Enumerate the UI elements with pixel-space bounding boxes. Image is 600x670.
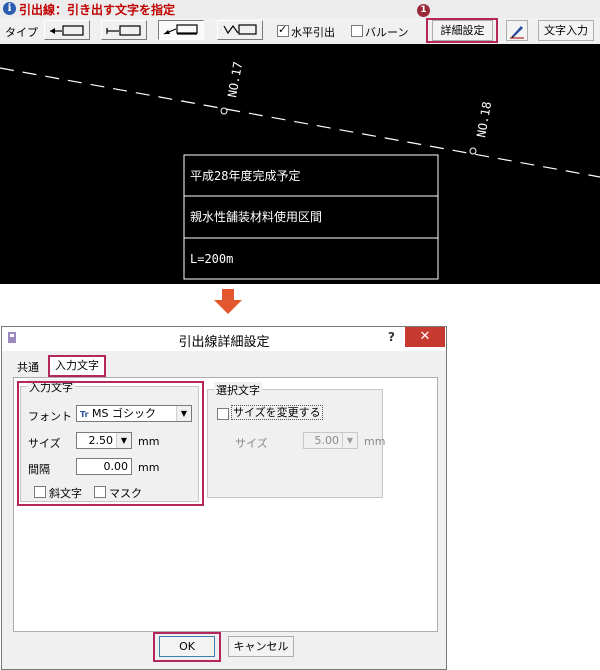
- note-row-3: L=200m: [190, 252, 233, 266]
- balloon-checkbox[interactable]: [351, 25, 363, 37]
- selected-size-value: 5.00: [314, 434, 340, 447]
- note-row-2: 親水性舗装材料使用区間: [190, 209, 322, 224]
- help-button[interactable]: ?: [388, 330, 395, 344]
- selected-text-group: 選択文字 サイズを変更する サイズ 5.00 ▼ mm: [207, 382, 386, 498]
- road-centerline: [0, 67, 600, 178]
- station-label-18: NO.18: [474, 101, 494, 139]
- leader-type-2-icon: [106, 25, 141, 36]
- dialog-title: 引出線詳細設定: [178, 335, 270, 350]
- selected-size-label: サイズ: [235, 437, 268, 450]
- horizontal-leader-label: 水平引出: [291, 26, 335, 39]
- leader-type-4-button[interactable]: [217, 20, 263, 40]
- station-marker-18: [469, 147, 477, 155]
- pen-tool-button[interactable]: [506, 20, 528, 41]
- note-row-1: 平成28年度完成予定: [190, 168, 300, 183]
- command-title-bar: i 引出線：引き出す文字を指定: [0, 0, 600, 18]
- cancel-button[interactable]: キャンセル: [228, 636, 294, 657]
- highlight-input-text-group: [17, 381, 204, 506]
- pen-icon: [510, 26, 524, 39]
- leader-type-4-icon: [223, 24, 257, 35]
- leader-type-3-button[interactable]: [158, 20, 204, 40]
- close-button[interactable]: ✕: [405, 327, 445, 347]
- balloon-label: バルーン: [365, 26, 409, 39]
- selected-text-group-title: 選択文字: [214, 382, 262, 398]
- highlight-detail-settings: [426, 18, 498, 43]
- selected-size-select[interactable]: 5.00 ▼: [303, 432, 358, 449]
- step-badge: 1: [417, 4, 430, 17]
- station-label-17: NO.17: [225, 61, 245, 99]
- down-arrow-icon: [214, 289, 242, 314]
- highlight-input-text-tab: [48, 355, 106, 377]
- command-toolbar: i 引出線：引き出す文字を指定 1 タイプ 水平引出 バ: [0, 0, 600, 44]
- leader-type-3-icon: [163, 24, 198, 35]
- selected-size-unit: mm: [364, 435, 386, 448]
- change-size-checkbox[interactable]: [217, 408, 229, 420]
- dialog-titlebar[interactable]: 引出線詳細設定 ? ✕: [2, 327, 446, 351]
- leader-type-2-button[interactable]: [101, 20, 147, 40]
- leader-type-1-button[interactable]: [44, 20, 90, 40]
- chevron-down-icon: ▼: [342, 433, 357, 448]
- cad-drawing-canvas[interactable]: NO.17 NO.18 平成28年度完成予定 親水性舗装材料使用区間 L=200…: [0, 44, 600, 284]
- type-label: タイプ: [5, 26, 38, 39]
- change-size-label: サイズを変更する: [231, 405, 323, 420]
- leader-detail-settings-dialog: 引出線詳細設定 ? ✕ 共通 入力文字 入力文字 フォント Tr MS ゴシック…: [1, 326, 447, 670]
- drawing-svg: NO.17 NO.18 平成28年度完成予定 親水性舗装材料使用区間 L=200…: [0, 61, 600, 280]
- tab-panel: 入力文字 フォント Tr MS ゴシック ▼ サイズ 2.50 ▼ mm 間隔 …: [13, 377, 438, 632]
- horizontal-leader-checkbox[interactable]: [277, 23, 289, 37]
- info-icon: i: [3, 2, 16, 15]
- command-title: 引出線：引き出す文字を指定: [19, 3, 176, 17]
- text-input-button[interactable]: 文字入力: [538, 20, 594, 41]
- tab-common[interactable]: 共通: [13, 359, 43, 377]
- station-marker-17: [220, 107, 228, 115]
- highlight-ok-button: [153, 632, 221, 662]
- leader-type-1-icon: [50, 25, 84, 36]
- note-box: 平成28年度完成予定 親水性舗装材料使用区間 L=200m: [183, 154, 439, 280]
